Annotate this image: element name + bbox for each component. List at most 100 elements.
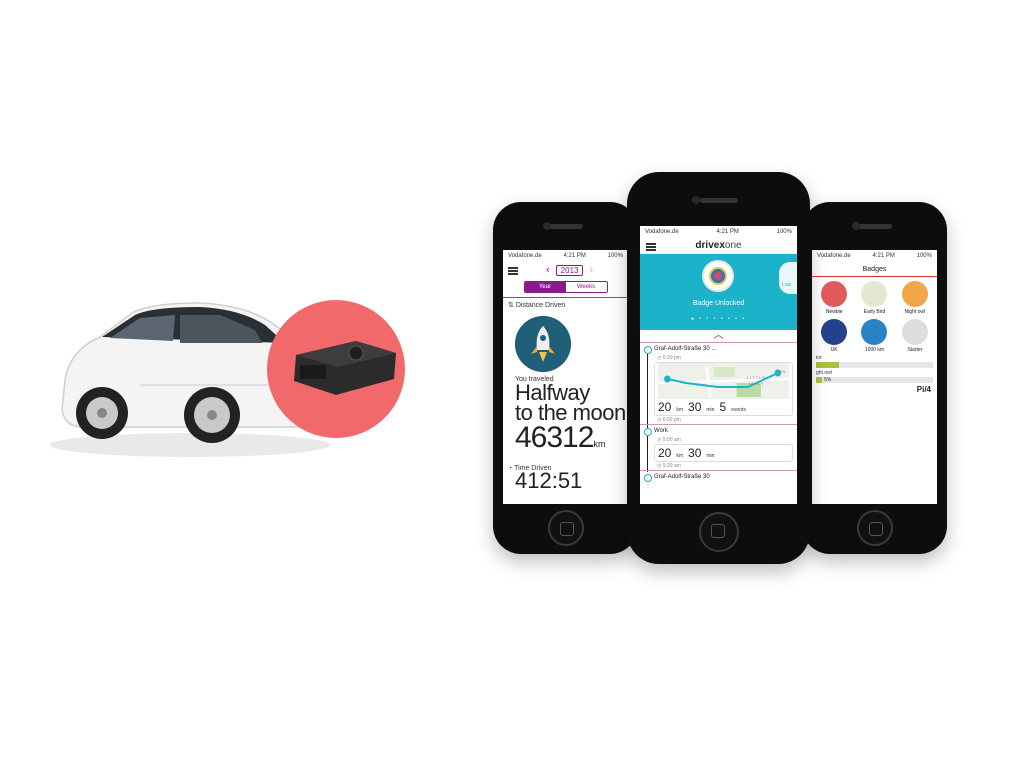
period-segmented-control: Year Weeks	[523, 281, 608, 293]
timeline-line	[647, 354, 648, 430]
timeline-line	[647, 436, 648, 472]
route-map	[658, 363, 789, 399]
chevron-up-icon[interactable]: ︿	[640, 330, 797, 342]
time-value: 412:51	[515, 468, 583, 493]
phone-camera	[852, 222, 860, 230]
badge-label: Newbie	[825, 309, 843, 315]
app-logo: drivexone	[695, 240, 741, 251]
distance-section-label: ⇅ Distance Driven	[503, 298, 628, 312]
end-time-text: 9:30 am	[662, 463, 681, 469]
start-time-text: 9:00 am	[662, 437, 681, 443]
progress-fill	[816, 377, 822, 383]
end-time-text: 6:00 pm	[662, 417, 681, 423]
badge-label: Early Bird	[863, 309, 886, 315]
home-button[interactable]	[856, 510, 893, 546]
phone-left: Vodafone.de 4:21 PM 100% ‹ 2013 › Year W…	[493, 202, 638, 554]
page-title: Badges	[812, 262, 937, 277]
trip-end-time: ◷ 9:30 am	[657, 463, 681, 469]
home-button[interactable]	[698, 512, 739, 552]
badge-newbie[interactable]: Newbie	[814, 281, 854, 315]
progress-row: ght owl 5%	[816, 370, 933, 383]
phone-camera	[543, 222, 551, 230]
road-icon: ⇅	[508, 302, 514, 309]
rocket-badge-icon	[515, 316, 571, 372]
phone-center: Vodafone.de 4:21 PM 100% drivexone Badge…	[627, 172, 810, 564]
trip-stats: 20 km 30 min	[655, 445, 792, 461]
trip-distance-unit: km	[676, 453, 684, 459]
badge-unlocked-label: Badge Unlocked	[692, 300, 745, 307]
progress-bar: 5%	[816, 377, 933, 383]
bird-badge-icon	[861, 281, 888, 307]
logo-bold: drivex	[695, 240, 725, 251]
battery-label: 100%	[916, 253, 932, 259]
trip-distance-unit: km	[676, 407, 684, 413]
trip-item[interactable]: ◷ 9:00 am 20 km 30 min ◷ 9:30 am	[640, 436, 797, 472]
status-bar: Vodafone.de 4:21 PM 100%	[640, 226, 797, 238]
menu-icon[interactable]	[508, 266, 518, 275]
logo-light: one	[724, 240, 742, 251]
progress-bar	[816, 362, 933, 368]
tab-weeks[interactable]: Weeks	[565, 282, 607, 292]
badge-label: UK	[830, 347, 838, 353]
trip-duration-unit: min	[706, 453, 715, 459]
pi-badge[interactable]: Pi/4	[812, 385, 937, 394]
battery-label: 100%	[607, 253, 623, 259]
home-button[interactable]	[547, 510, 584, 546]
year-label: 2013	[555, 265, 584, 276]
next-badge-label: Low	[782, 282, 792, 288]
badge-label: 1000 km	[864, 347, 885, 353]
badge-label: Starter	[907, 347, 923, 353]
flower-badge-icon	[702, 260, 734, 292]
trip-end-time: ◷ 6:00 pm	[657, 417, 681, 423]
carrier-label: Vodafone.de	[817, 253, 851, 259]
next-badge-card[interactable]: Low	[779, 262, 797, 294]
trip-title[interactable]: Graf-Adolf-Straße 30	[640, 470, 797, 482]
battery-label: 100%	[776, 229, 792, 235]
progress-fill	[816, 362, 840, 368]
badge-early-bird[interactable]: Early Bird	[854, 281, 894, 315]
menu-icon[interactable]	[646, 243, 656, 251]
badge-label: Night owl	[904, 309, 926, 315]
trip-distance: 20	[658, 400, 672, 414]
chevron-right-icon[interactable]: ›	[589, 265, 593, 276]
app-header: drivexone	[640, 238, 797, 254]
badge-night-owl[interactable]: Night owl	[895, 281, 935, 315]
owl-badge-icon	[901, 281, 928, 307]
distance-number: 46312	[515, 421, 594, 454]
trip-card[interactable]: LITTLE ITALY KEN 20 km 30 min 5 events	[654, 362, 793, 416]
trip-title[interactable]: Work	[640, 424, 797, 436]
map-label: KEN	[777, 369, 786, 374]
trip-title[interactable]: Graf-Adolf-Straße 30 ...	[640, 342, 797, 354]
distance-value: 46312km	[503, 423, 628, 459]
trip-item[interactable]: ◷ 6:30 pm LITTLE ITALY KEN 20 km 30 min …	[640, 354, 797, 430]
badge-starter[interactable]: Starter	[895, 319, 935, 353]
trip-events-unit: events	[731, 407, 746, 413]
car-hero	[40, 285, 440, 485]
headline-line2: to the moon	[515, 400, 626, 425]
distance-label: Distance Driven	[515, 302, 566, 309]
trip-stats: 20 km 30 min 5 events	[655, 399, 792, 415]
status-bar: Vodafone.de 4:21 PM 100%	[812, 250, 937, 262]
trip-card[interactable]: 20 km 30 min	[654, 444, 793, 462]
odometer-badge-icon	[861, 319, 888, 345]
key-badge-icon	[901, 319, 928, 345]
badges-screen: Vodafone.de 4:21 PM 100% Badges Newbie E…	[812, 250, 937, 504]
trip-start-time: ◷ 9:00 am	[657, 437, 681, 443]
trip-distance: 20	[658, 446, 672, 460]
trip-duration-unit: min	[706, 407, 715, 413]
chevron-left-icon[interactable]: ‹	[546, 265, 550, 276]
badge-grid: Newbie Early Bird Night owl UK 1000 km S…	[812, 277, 937, 353]
year-navigator: ‹ 2013 ›	[503, 262, 628, 279]
tab-year[interactable]: Year	[524, 282, 566, 292]
clock-label: 4:21 PM	[563, 253, 586, 259]
badge-1000km[interactable]: 1000 km	[854, 319, 894, 353]
badge-uk[interactable]: UK	[814, 319, 854, 353]
page-indicator: ● • • • • • • •	[691, 316, 746, 322]
progress-label: ior	[816, 355, 822, 361]
badge-unlocked-banner[interactable]: Badge Unlocked Low ● • • • • • • •	[640, 254, 797, 330]
uk-flag-badge-icon	[821, 319, 848, 345]
distance-unit: km	[593, 439, 606, 449]
phone-right: Vodafone.de 4:21 PM 100% Badges Newbie E…	[802, 202, 947, 554]
phone-speaker	[699, 198, 738, 203]
start-time-text: 6:30 pm	[662, 355, 681, 361]
